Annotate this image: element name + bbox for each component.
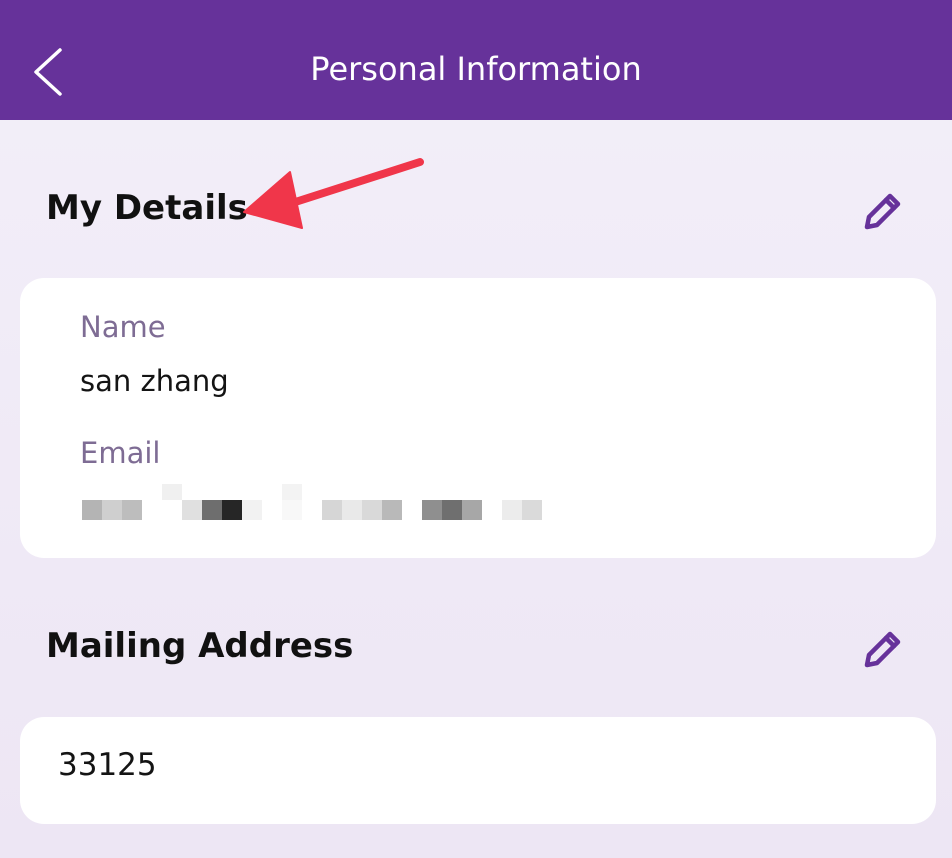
name-value: san zhang [80, 364, 229, 398]
mailing-address-card: 33125 [20, 717, 936, 824]
edit-mailing-address-button[interactable] [858, 624, 908, 674]
back-button[interactable] [20, 36, 80, 102]
edit-my-details-button[interactable] [858, 186, 908, 236]
app-header: Personal Information [0, 0, 952, 120]
annotation-arrow-icon [243, 158, 424, 229]
email-value-redacted [82, 484, 542, 520]
chevron-left-icon [34, 48, 62, 96]
pencil-icon [864, 631, 901, 668]
name-label: Name [80, 310, 166, 344]
email-label: Email [80, 436, 161, 470]
my-details-card: Name san zhang Email [20, 278, 936, 558]
mailing-address-heading: Mailing Address [46, 626, 354, 666]
pencil-icon [864, 193, 901, 230]
mailing-address-value: 33125 [58, 747, 157, 783]
page-title: Personal Information [310, 50, 642, 88]
my-details-heading: My Details [46, 188, 248, 228]
